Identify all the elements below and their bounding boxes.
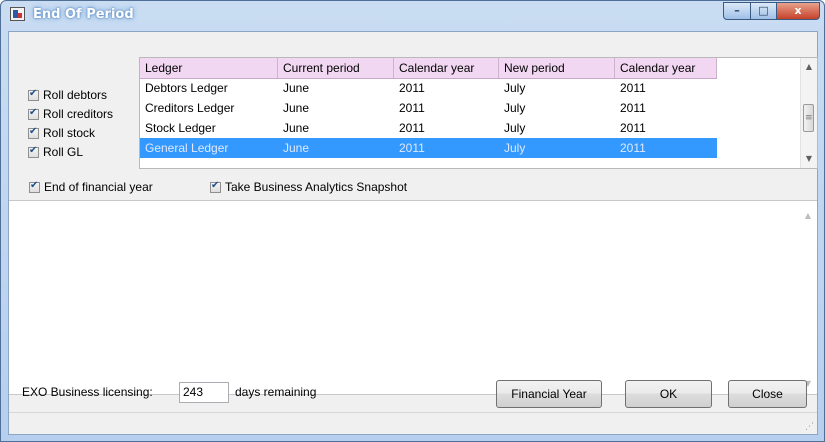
checkbox-check-icon bbox=[28, 126, 39, 139]
days-remaining-field[interactable]: 243 bbox=[179, 382, 229, 403]
maximize-button[interactable]: □ bbox=[750, 2, 777, 20]
table-cell: 2011 bbox=[399, 81, 425, 95]
table-cell: June bbox=[283, 121, 310, 135]
grid-vertical-scrollbar[interactable]: ▲ ▼ bbox=[800, 58, 817, 168]
table-cell: June bbox=[283, 81, 310, 95]
column-header-new-period[interactable]: New period bbox=[499, 58, 615, 78]
roll-creditors-label: Roll creditors bbox=[43, 107, 114, 121]
table-cell: 2011 bbox=[399, 121, 425, 135]
table-cell: July bbox=[504, 141, 526, 155]
table-cell: 2011 bbox=[620, 101, 646, 115]
table-cell: Stock Ledger bbox=[145, 121, 216, 135]
scroll-thumb[interactable] bbox=[803, 104, 814, 132]
table-row-selected[interactable]: General Ledger June 2011 July 2011 bbox=[140, 138, 717, 158]
ok-button[interactable]: OK bbox=[625, 380, 712, 408]
ledger-grid-header: Ledger Current period Calendar year New … bbox=[140, 58, 717, 79]
table-cell: 2011 bbox=[620, 141, 646, 155]
roll-stock-checkbox[interactable]: Roll stock bbox=[28, 126, 95, 140]
table-row[interactable]: Debtors Ledger June 2011 July 2011 bbox=[140, 78, 717, 98]
ledger-grid[interactable]: Ledger Current period Calendar year New … bbox=[139, 57, 818, 169]
checkbox-check-icon bbox=[28, 145, 39, 158]
maximize-icon: □ bbox=[758, 4, 769, 17]
table-cell: Debtors Ledger bbox=[145, 81, 228, 95]
roll-gl-checkbox[interactable]: Roll GL bbox=[28, 145, 83, 159]
checkbox-check-icon bbox=[28, 88, 39, 101]
column-header-current-period[interactable]: Current period bbox=[278, 58, 394, 78]
table-cell: 2011 bbox=[620, 81, 646, 95]
log-text-area[interactable]: ▲ ▼ bbox=[9, 200, 817, 395]
table-cell: July bbox=[504, 101, 526, 115]
checkbox-check-icon bbox=[28, 107, 39, 120]
table-cell: 2011 bbox=[399, 141, 425, 155]
scroll-up-arrow-icon[interactable]: ▲ bbox=[800, 209, 816, 223]
table-cell: 2011 bbox=[620, 121, 646, 135]
column-header-calendar-year[interactable]: Calendar year bbox=[394, 58, 499, 78]
log-vertical-scrollbar[interactable]: ▲ ▼ bbox=[800, 201, 817, 394]
end-of-financial-year-checkbox[interactable]: End of financial year bbox=[29, 180, 153, 194]
end-of-period-window: End Of Period – □ x Roll debtors Roll cr… bbox=[0, 0, 825, 442]
checkbox-check-icon bbox=[210, 180, 221, 193]
table-row[interactable]: Stock Ledger June 2011 July 2011 bbox=[140, 118, 717, 138]
end-of-financial-year-label: End of financial year bbox=[44, 180, 153, 194]
app-icon bbox=[10, 7, 25, 21]
close-icon: x bbox=[794, 4, 802, 17]
table-cell: June bbox=[283, 101, 310, 115]
minimize-icon: – bbox=[734, 4, 740, 17]
table-cell: 2011 bbox=[399, 101, 425, 115]
table-cell: July bbox=[504, 81, 526, 95]
roll-gl-label: Roll GL bbox=[43, 145, 84, 159]
column-header-new-calendar-year[interactable]: Calendar year bbox=[615, 58, 717, 78]
dialog-client-area: Roll debtors Roll creditors Roll stock R… bbox=[8, 31, 818, 435]
table-cell: July bbox=[504, 121, 526, 135]
roll-debtors-label: Roll debtors bbox=[43, 88, 108, 102]
minimize-button[interactable]: – bbox=[723, 2, 751, 20]
licensing-label: EXO Business licensing: bbox=[22, 385, 153, 399]
roll-debtors-checkbox[interactable]: Roll debtors bbox=[28, 88, 107, 102]
scroll-down-arrow-icon[interactable]: ▼ bbox=[801, 152, 817, 166]
table-cell: Creditors Ledger bbox=[145, 101, 235, 115]
table-row[interactable]: Creditors Ledger June 2011 July 2011 bbox=[140, 98, 717, 118]
table-cell: General Ledger bbox=[145, 141, 229, 155]
scroll-up-arrow-icon[interactable]: ▲ bbox=[801, 60, 817, 74]
roll-stock-label: Roll stock bbox=[43, 126, 96, 140]
checkbox-check-icon bbox=[29, 180, 40, 193]
window-title: End Of Period bbox=[33, 7, 134, 22]
table-cell: June bbox=[283, 141, 310, 155]
analytics-snapshot-label: Take Business Analytics Snapshot bbox=[225, 180, 408, 194]
days-remaining-label: days remaining bbox=[235, 385, 317, 399]
status-bar: ⋰ bbox=[9, 412, 817, 434]
column-header-ledger[interactable]: Ledger bbox=[140, 58, 278, 78]
close-button[interactable]: Close bbox=[728, 380, 807, 408]
close-window-button[interactable]: x bbox=[776, 2, 820, 20]
title-bar[interactable]: End Of Period – □ x bbox=[1, 1, 824, 31]
analytics-snapshot-checkbox[interactable]: Take Business Analytics Snapshot bbox=[210, 180, 407, 194]
roll-creditors-checkbox[interactable]: Roll creditors bbox=[28, 107, 113, 121]
resize-grip-icon[interactable]: ⋰ bbox=[805, 422, 814, 432]
financial-year-button[interactable]: Financial Year bbox=[496, 380, 602, 408]
